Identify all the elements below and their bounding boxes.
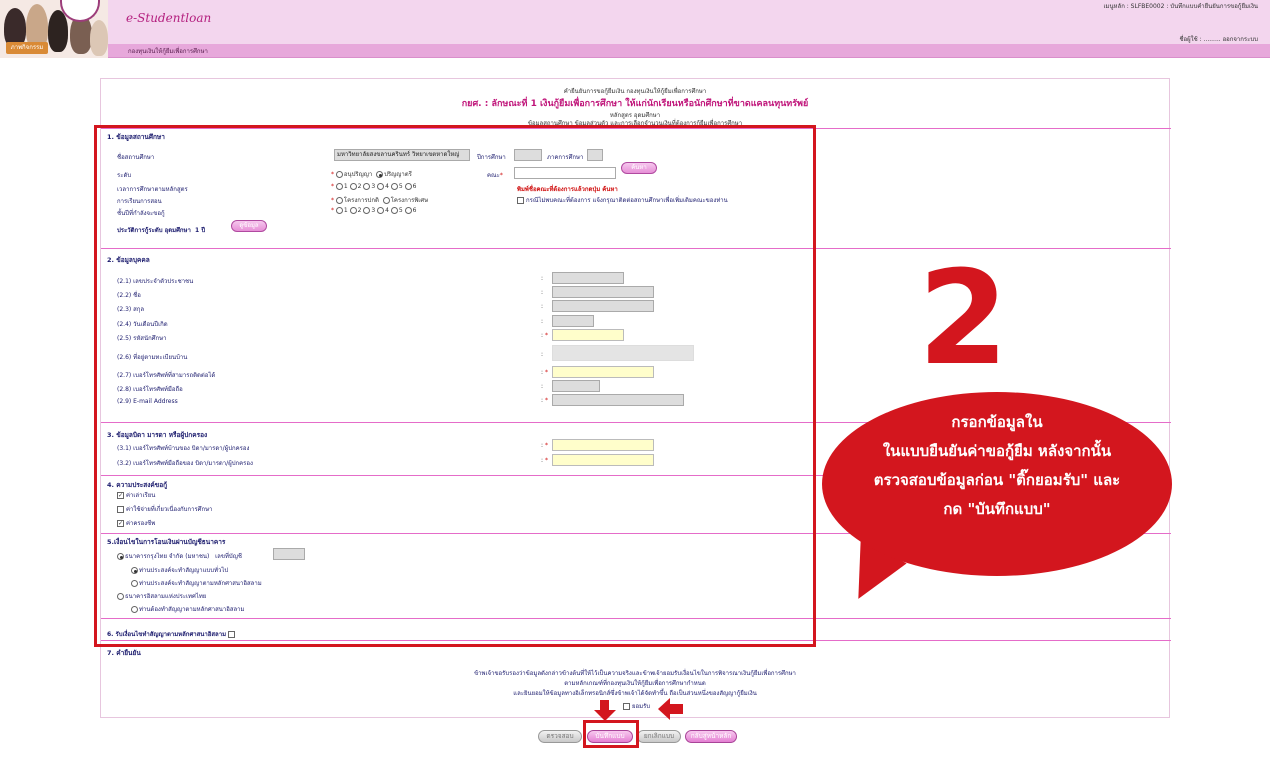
annotation-line-3: ตรวจสอบข้อมูลก่อน "ติ๊กยอมรับ" และ — [873, 471, 1121, 489]
confirm-text-1: ข้าพเจ้าขอรับรองว่าข้อมูลดังกล่าวข้างต้น… — [474, 670, 796, 677]
annotation-line-2: ในแบบยืนยันค่าขอกู้ยืม หลังจากนั้น — [882, 442, 1112, 460]
confirm-text-3: และยินยอมให้ข้อมูลทางอิเล็กทรอนิกส์ซึ่งข… — [513, 690, 757, 697]
menu-breadcrumb: เมนูหลัก : SLFBE0002 : บันทึกแบบคำยืนยัน… — [1103, 3, 1258, 10]
cancel-button[interactable]: ยกเลิกแบบ — [637, 730, 681, 743]
section-7-title: 7. คำยืนยัน — [107, 649, 141, 657]
form-title-1: คำยืนยันการขอกู้ยืมเงิน กองทุนเงินให้กู้… — [563, 88, 707, 95]
annotation-line-4: กด "บันทึกแบบ" — [943, 500, 1051, 518]
check-button[interactable]: ตรวจสอบ — [538, 730, 582, 743]
annotation-step-number: 2 — [918, 242, 1009, 394]
confirm-text-2: ตามหลักเกณฑ์ที่กองทุนเงินให้กู้ยืมเพื่อก… — [564, 680, 706, 687]
brand-subtitle: กองทุนเงินให้กู้ยืมเพื่อการศึกษา — [128, 48, 208, 55]
back-home-button[interactable]: กลับสู่หน้าหลัก — [685, 730, 737, 743]
accept-checkbox[interactable]: ยอมรับ — [623, 701, 650, 711]
brand-title: e-Studentloan — [126, 11, 212, 25]
annotation-line-1: กรอกข้อมูลใน — [951, 413, 1043, 431]
header-badge[interactable]: ภาพกิจกรรม — [6, 42, 48, 54]
save-button-highlight — [583, 720, 639, 748]
annotation-text: กรอกข้อมูลใน ในแบบยืนยันค่าขอกู้ยืม หลัง… — [822, 408, 1172, 524]
form-title-2: กยศ. : ลักษณะที่ 1 เงินกู้ยืมเพื่อการศึก… — [461, 99, 809, 109]
user-info[interactable]: ชื่อผู้ใช้ : ......... ออกจากระบบ — [1179, 34, 1258, 44]
annotation-outline — [94, 125, 816, 647]
